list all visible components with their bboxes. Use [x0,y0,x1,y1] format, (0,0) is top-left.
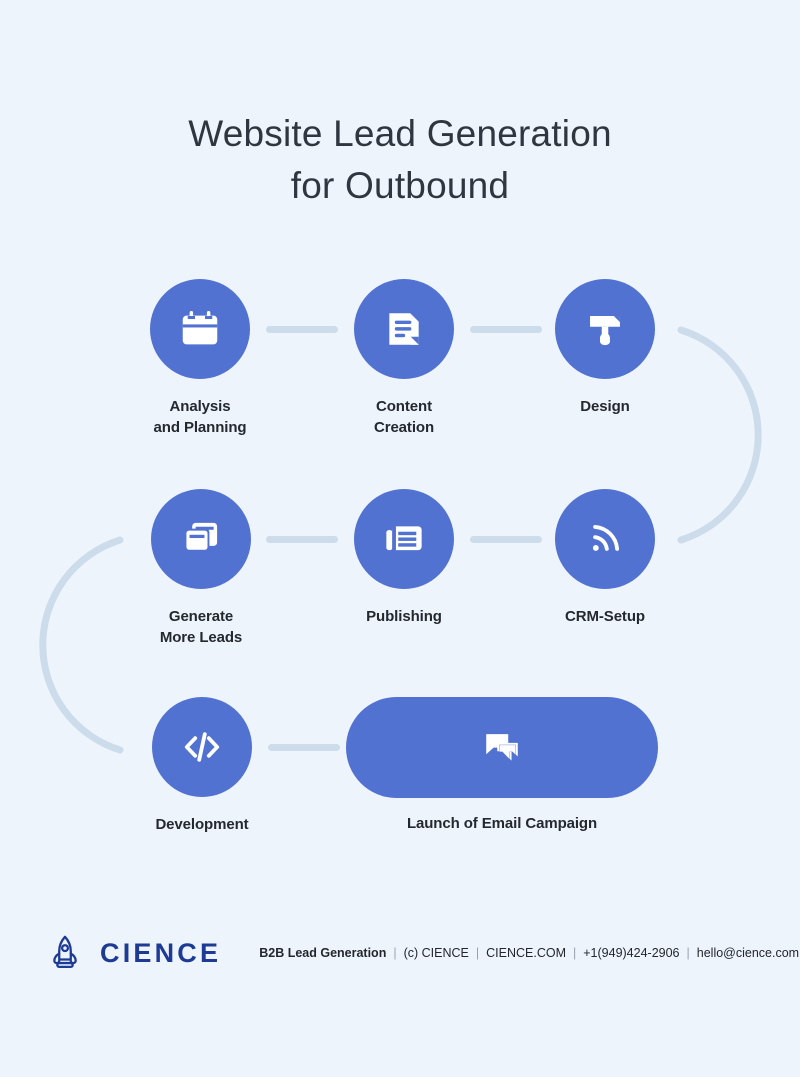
step-development[interactable]: Development [122,697,282,835]
step-icon-circle [150,279,250,379]
arc-left-leads-to-development [39,536,124,754]
arc-right-design-to-crm [677,326,762,544]
step-label-line-2: and Planning [153,419,247,436]
step-label: Generate More Leads [121,606,281,648]
step-label-line-1: Publishing [366,608,442,625]
step-label: Analysis and Planning [120,396,280,438]
step-label-line-1: Analysis [169,398,231,415]
stacked-cards-icon [184,522,218,552]
step-content-creation[interactable]: Content Creation [324,279,484,438]
code-brackets-icon [184,732,220,762]
page-title: Website Lead Generation for Outbound [0,108,800,212]
step-label-line-1: CRM-Setup [565,608,645,625]
footer: CIENCE B2B Lead Generation | (c) CIENCE … [0,918,800,988]
step-label-line-1: Design [580,398,630,415]
step-icon-circle [555,279,655,379]
chat-bubbles-icon [486,733,518,761]
step-label: Development [122,814,282,835]
step-label: CRM-Setup [525,606,685,627]
footer-meta: B2B Lead Generation | (c) CIENCE | CIENC… [259,946,799,960]
step-icon-circle [151,489,251,589]
step-label: Publishing [324,606,484,627]
step-label-line-1: Development [155,816,249,833]
step-generate-more-leads[interactable]: Generate More Leads [121,489,281,648]
paint-brush-icon [590,315,620,346]
rocket-icon [53,935,77,969]
step-launch-of-email-campaign[interactable] [346,697,658,798]
footer-tagline: B2B Lead Generation [259,946,387,960]
infographic-page: Website Lead Generation for Outbound Ana… [0,0,800,1077]
step-publishing[interactable]: Publishing [324,489,484,627]
footer-copyright: (c) CIENCE [403,946,469,960]
newspaper-icon [386,526,422,551]
step-label-line-1: Generate [168,608,234,625]
rss-signal-icon [592,524,620,551]
step-icon-circle [354,489,454,589]
brand-name: CIENCE [100,937,222,968]
footer-separator: | [686,946,690,960]
footer-separator: | [573,946,577,960]
footer-website[interactable]: CIENCE.COM [486,946,566,960]
calendar-icon [182,310,218,345]
footer-separator: | [475,946,480,960]
step-design[interactable]: Design [525,279,685,417]
brand: CIENCE [44,932,221,974]
step-label-line-2: More Leads [159,629,243,646]
step-label: Launch of Email Campaign [406,815,598,832]
step-label: Design [525,396,685,417]
step-icon-circle [354,279,454,379]
step-icon-circle [555,489,655,589]
step-analysis-and-planning[interactable]: Analysis and Planning [120,279,280,438]
step-label: Content Creation [324,396,484,438]
footer-phone[interactable]: +1(949)424-2906 [583,946,679,960]
document-icon [389,313,419,345]
footer-separator: | [393,946,397,960]
step-label-line-1: Content [376,398,432,415]
step-crm-setup[interactable]: CRM-Setup [525,489,685,627]
step-label-line-2: Creation [373,419,435,436]
step-icon-circle [152,697,252,797]
page-title-line-2: for Outbound [290,165,510,206]
footer-email[interactable]: hello@cience.com [697,946,799,960]
page-title-line-1: Website Lead Generation [188,113,612,154]
